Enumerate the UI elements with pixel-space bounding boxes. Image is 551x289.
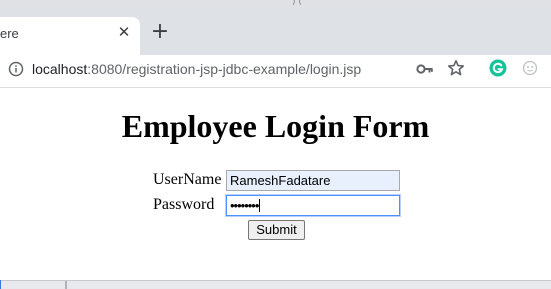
close-tab-icon[interactable]: ✕ <box>116 24 132 40</box>
username-value: RameshFadatare <box>230 173 331 188</box>
window-top-marks: ) ( <box>292 0 302 7</box>
browser-toolbar: localhost:8080/registration-jsp-jdbc-exa… <box>0 55 551 87</box>
new-tab-button[interactable]: + <box>150 21 170 43</box>
password-label: Password <box>153 196 215 213</box>
star-icon[interactable] <box>447 59 465 77</box>
page-title: Employee Login Form <box>121 108 430 144</box>
extension-icon[interactable] <box>522 60 538 76</box>
grammarly-icon[interactable] <box>489 59 507 77</box>
address-bar[interactable]: localhost:8080/registration-jsp-jdbc-exa… <box>32 61 361 77</box>
bottom-bar <box>0 280 551 289</box>
password-input[interactable]: •••••••• <box>226 195 400 216</box>
username-label: UserName <box>153 171 222 188</box>
tab-bar: ere ✕ + <box>0 9 551 55</box>
url-host: localhost <box>32 61 88 77</box>
key-icon[interactable] <box>416 60 434 78</box>
tab-title: ere <box>0 26 19 41</box>
bottom-divider <box>65 281 67 289</box>
info-icon[interactable] <box>8 61 24 77</box>
browser-tab[interactable]: ere ✕ <box>0 17 140 55</box>
username-input[interactable]: RameshFadatare <box>226 170 400 191</box>
password-value: •••••••• <box>230 198 259 213</box>
window-top-strip: ) ( <box>0 0 551 9</box>
submit-button[interactable]: Submit <box>248 220 305 240</box>
page-content: Employee Login Form UserName RameshFadat… <box>0 88 551 280</box>
window-edge <box>0 280 1 289</box>
text-caret <box>259 199 261 212</box>
url-path: :8080/registration-jsp-jdbc-example/logi… <box>87 61 362 77</box>
